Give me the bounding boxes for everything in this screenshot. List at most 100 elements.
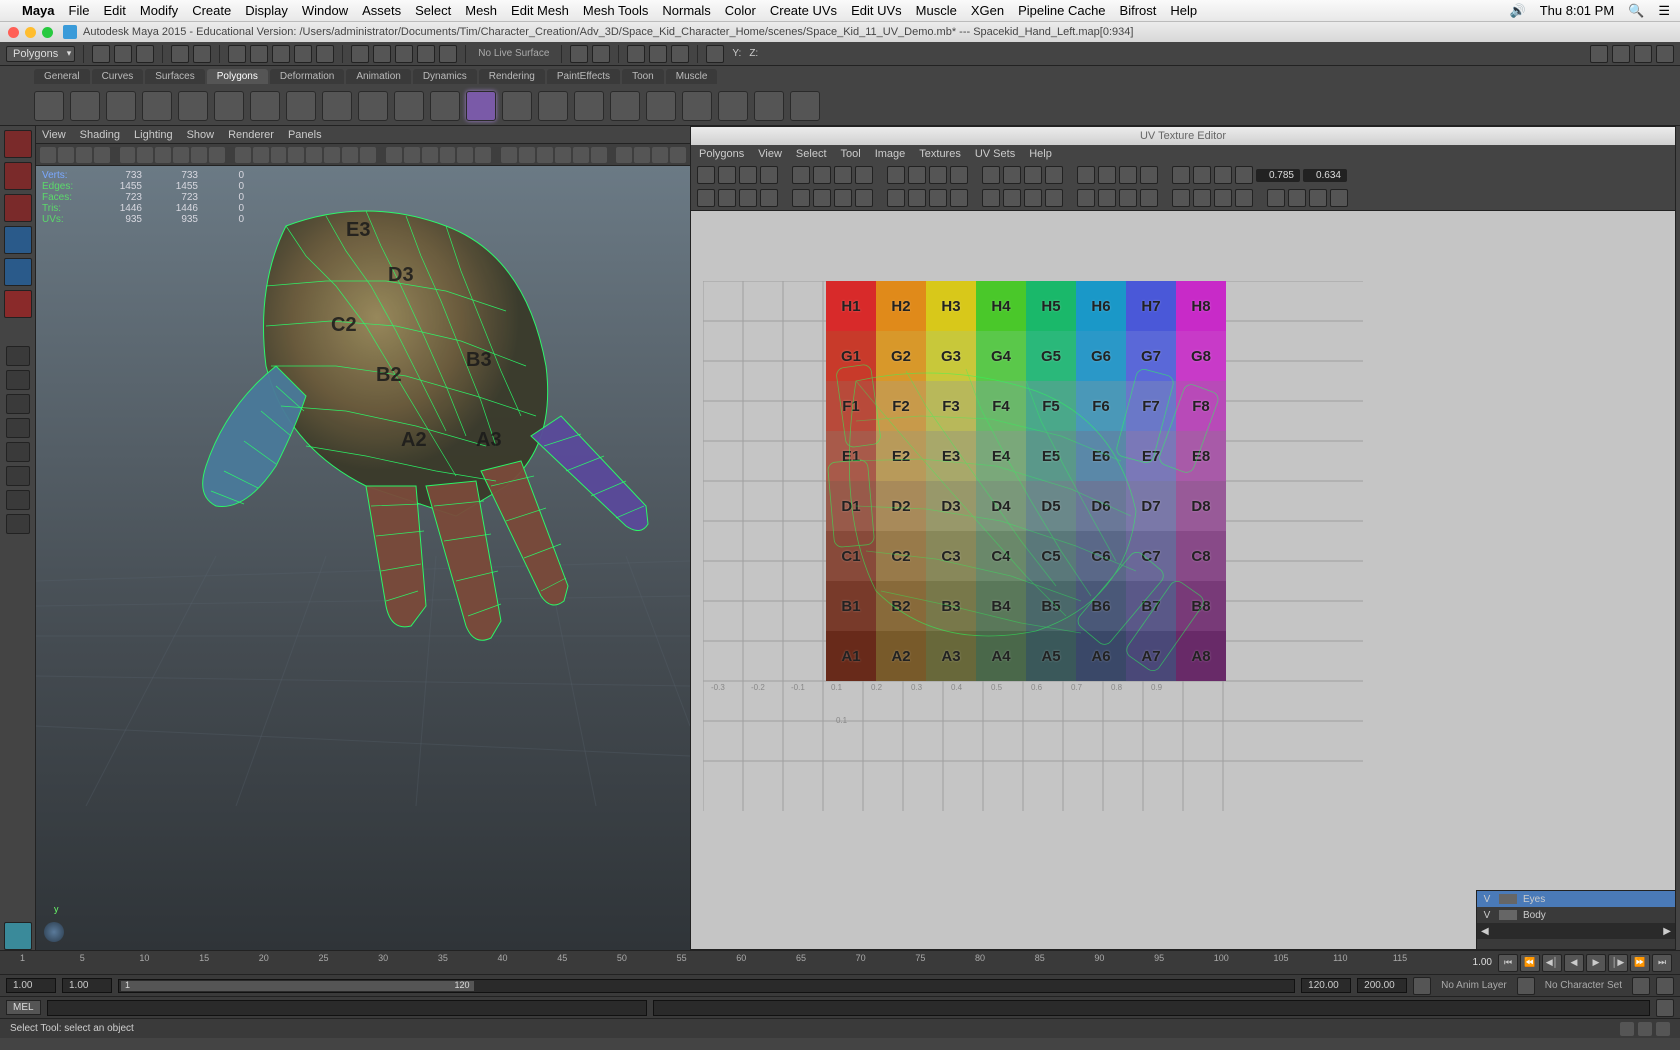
uv-tool-icon[interactable]	[1288, 189, 1306, 207]
layer-vis[interactable]: V	[1481, 910, 1493, 921]
layout-persp[interactable]	[6, 394, 30, 414]
vp-tool-icon[interactable]	[422, 147, 438, 163]
vp-tool-icon[interactable]	[191, 147, 207, 163]
shelf-tab-painteffects[interactable]: PaintEffects	[547, 69, 620, 84]
layout-graph[interactable]	[6, 442, 30, 462]
help-icon[interactable]	[1620, 1022, 1634, 1036]
uv-tool-icon[interactable]	[929, 189, 947, 207]
sel-mode-icon[interactable]	[228, 45, 246, 63]
vp-tool-icon[interactable]	[306, 147, 322, 163]
vp-tool-icon[interactable]	[76, 147, 92, 163]
shelf-button[interactable]	[646, 91, 676, 121]
layer-vis[interactable]: V	[1481, 894, 1493, 905]
vp-tool-icon[interactable]	[271, 147, 287, 163]
uv-menu-select[interactable]: Select	[796, 148, 827, 160]
uv-tool-icon[interactable]	[697, 189, 715, 207]
uv-tool-icon[interactable]	[1193, 189, 1211, 207]
uv-tool-icon[interactable]	[1077, 189, 1095, 207]
history-icon[interactable]	[592, 45, 610, 63]
vp-tool-icon[interactable]	[573, 147, 589, 163]
snap-icon[interactable]	[373, 45, 391, 63]
shelf-button[interactable]	[610, 91, 640, 121]
layout-outliner[interactable]	[6, 418, 30, 438]
go-end-button[interactable]: ⏭	[1652, 954, 1672, 972]
shelf-button[interactable]	[34, 91, 64, 121]
range-end-outer[interactable]: 200.00	[1357, 978, 1407, 993]
uv-tool-icon[interactable]	[1172, 166, 1190, 184]
uv-shell-overlay[interactable]	[826, 361, 1226, 691]
shelf-button[interactable]	[754, 91, 784, 121]
redo-icon[interactable]	[193, 45, 211, 63]
sel-mode-icon[interactable]	[294, 45, 312, 63]
shelf-button[interactable]	[214, 91, 244, 121]
uv-tool-icon[interactable]	[908, 189, 926, 207]
uv-tool-icon[interactable]	[718, 166, 736, 184]
quick-layout[interactable]	[4, 922, 32, 950]
vp-tool-icon[interactable]	[235, 147, 251, 163]
spotlight-icon[interactable]: 🔍	[1628, 3, 1644, 19]
uv-tool-icon[interactable]	[855, 166, 873, 184]
history-icon[interactable]	[570, 45, 588, 63]
uv-tool-icon[interactable]	[760, 189, 778, 207]
uv-menu-tool[interactable]: Tool	[841, 148, 861, 160]
shelf-button[interactable]	[790, 91, 820, 121]
uv-tool-icon[interactable]	[1119, 189, 1137, 207]
step-fwd-button[interactable]: ⏩	[1630, 954, 1650, 972]
menu-window[interactable]: Window	[302, 3, 348, 18]
uv-coord-field[interactable]: 0.634	[1303, 169, 1347, 182]
vp-tool-icon[interactable]	[253, 147, 269, 163]
menu-bifrost[interactable]: Bifrost	[1120, 3, 1157, 18]
vp-tool-icon[interactable]	[555, 147, 571, 163]
shelf-tab-deformation[interactable]: Deformation	[270, 69, 344, 84]
vp-tool-icon[interactable]	[386, 147, 402, 163]
help-icon[interactable]	[1656, 1022, 1670, 1036]
uv-menu-textures[interactable]: Textures	[919, 148, 961, 160]
shelf-tab-muscle[interactable]: Muscle	[666, 69, 718, 84]
uv-tool-icon[interactable]	[834, 166, 852, 184]
uv-tool-icon[interactable]	[1077, 166, 1095, 184]
shelf-button[interactable]	[430, 91, 460, 121]
menu-edit-mesh[interactable]: Edit Mesh	[511, 3, 569, 18]
vp-tool-icon[interactable]	[40, 147, 56, 163]
layer-swatch[interactable]	[1499, 894, 1517, 904]
shelf-button[interactable]	[718, 91, 748, 121]
uv-tool-icon[interactable]	[1235, 189, 1253, 207]
axis-gizmo[interactable]: y	[44, 922, 64, 942]
shelf-tab-toon[interactable]: Toon	[622, 69, 664, 84]
lasso-tool[interactable]	[4, 162, 32, 190]
range-start-outer[interactable]: 1.00	[6, 978, 56, 993]
vp-tool-icon[interactable]	[288, 147, 304, 163]
undo-icon[interactable]	[171, 45, 189, 63]
shelf-tab-curves[interactable]: Curves	[92, 69, 144, 84]
snap-icon[interactable]	[439, 45, 457, 63]
vp-tool-icon[interactable]	[475, 147, 491, 163]
viewport[interactable]: E3 D3 C2 B2 B3 A2 A3 Verts:7337330Edges:…	[36, 166, 690, 950]
vp-tool-icon[interactable]	[120, 147, 136, 163]
prev-key-button[interactable]: ◀│	[1542, 954, 1562, 972]
menu-file[interactable]: File	[69, 3, 90, 18]
move-tool[interactable]	[4, 226, 32, 254]
vp-tool-icon[interactable]	[519, 147, 535, 163]
menu-modify[interactable]: Modify	[140, 3, 178, 18]
go-start-button[interactable]: ⏮	[1498, 954, 1518, 972]
command-input[interactable]	[47, 1000, 647, 1016]
minimize-icon[interactable]	[25, 27, 36, 38]
uv-tool-icon[interactable]	[887, 166, 905, 184]
zoom-icon[interactable]	[42, 27, 53, 38]
paint-select-tool[interactable]	[4, 194, 32, 222]
uv-tool-icon[interactable]	[834, 189, 852, 207]
uv-tool-icon[interactable]	[855, 189, 873, 207]
play-back-button[interactable]: ◀	[1564, 954, 1584, 972]
menu-display[interactable]: Display	[245, 3, 288, 18]
range-end-inner[interactable]: 120.00	[1301, 978, 1351, 993]
select-tool[interactable]	[4, 130, 32, 158]
range-track[interactable]: 1 120	[118, 979, 1295, 993]
menu-xgen[interactable]: XGen	[971, 3, 1004, 18]
uv-view[interactable]: H1H2H3H4H5H6H7H8G1G2G3G4G5G6G7G8F1F2F3F4…	[691, 211, 1675, 949]
vp-menu-lighting[interactable]: Lighting	[134, 129, 173, 141]
step-back-button[interactable]: ⏪	[1520, 954, 1540, 972]
vp-menu-show[interactable]: Show	[187, 129, 215, 141]
menu-pipeline-cache[interactable]: Pipeline Cache	[1018, 3, 1105, 18]
sel-mode-icon[interactable]	[316, 45, 334, 63]
menu-mesh-tools[interactable]: Mesh Tools	[583, 3, 649, 18]
